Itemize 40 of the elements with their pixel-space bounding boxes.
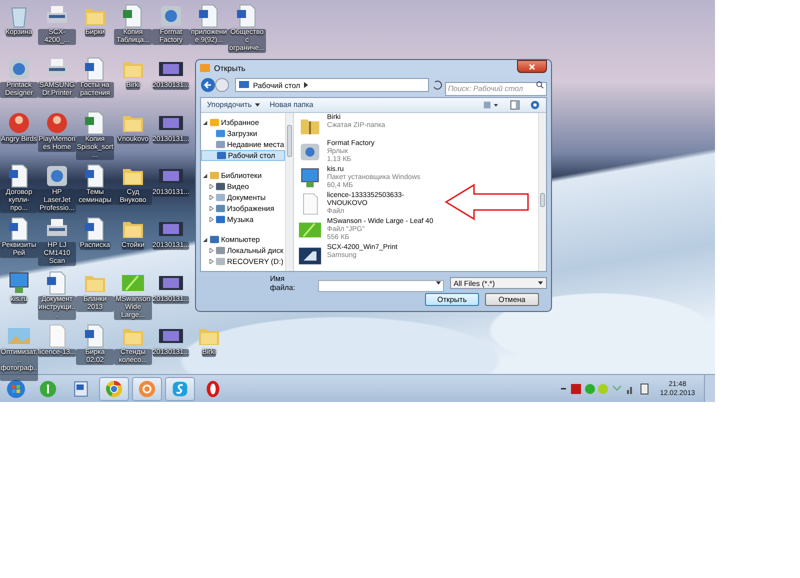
taskbar-button[interactable] — [132, 376, 162, 400]
antenna-icon — [39, 380, 57, 398]
close-button[interactable] — [517, 60, 547, 73]
circle-icon — [105, 380, 123, 398]
file-name-field[interactable] — [318, 280, 444, 292]
caret-icon — [254, 102, 260, 106]
scrollbar[interactable] — [538, 112, 546, 270]
refresh-icon[interactable] — [432, 80, 442, 90]
chevron-icon[interactable] — [304, 82, 308, 88]
ring-icon — [204, 380, 222, 398]
monitor-icon — [239, 81, 249, 90]
scrollbar[interactable] — [285, 112, 293, 270]
caret-icon — [538, 281, 543, 286]
clock-folder-icon — [216, 140, 225, 148]
monitor-icon[interactable] — [298, 166, 322, 190]
caret-icon[interactable] — [436, 281, 441, 286]
window-title: Открыть — [214, 64, 246, 73]
film-icon — [216, 182, 225, 190]
back-forward-icon[interactable] — [200, 77, 232, 94]
taskbar-button[interactable] — [165, 376, 195, 400]
expand-arrow-icon[interactable] — [203, 120, 208, 124]
view-options-icon[interactable] — [483, 100, 500, 110]
tray-icons-drawing[interactable] — [560, 382, 651, 396]
library-icon — [210, 170, 219, 180]
search-icon[interactable] — [536, 81, 544, 90]
document-icon — [72, 380, 90, 398]
music-note-icon — [216, 214, 225, 224]
monitor-icon — [217, 150, 226, 160]
document-icon — [216, 192, 225, 202]
taskbar-button[interactable] — [99, 376, 129, 400]
computer-icon — [210, 234, 219, 244]
help-icon[interactable] — [530, 100, 540, 110]
chat-icon — [171, 380, 189, 398]
preview-pane-icon[interactable] — [510, 100, 520, 110]
close-icon — [528, 62, 536, 70]
folder-icon — [200, 63, 210, 74]
download-folder-icon — [216, 128, 225, 138]
picture-icon — [216, 204, 225, 212]
expand-arrow-icon[interactable] — [203, 172, 208, 178]
expand-arrow-icon[interactable] — [203, 236, 208, 242]
